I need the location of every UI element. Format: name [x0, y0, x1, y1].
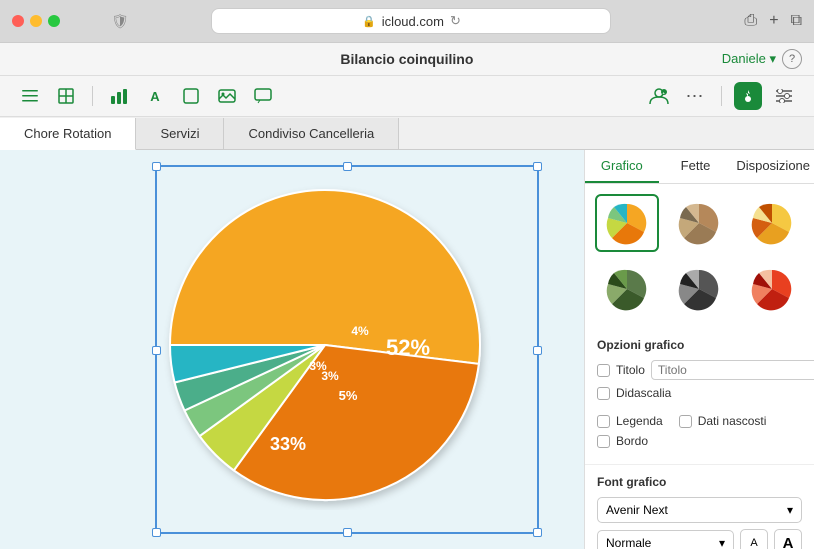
text-icon-button[interactable]: A: [141, 82, 169, 110]
svg-text:3%: 3%: [309, 359, 327, 373]
border-label: Bordo: [616, 434, 648, 448]
font-size-increase-button[interactable]: A: [774, 529, 802, 549]
menu-icon-button[interactable]: [16, 82, 44, 110]
handle-bottom-right[interactable]: [533, 528, 542, 537]
address-bar[interactable]: 🔒 icloud.com ↻: [211, 8, 611, 34]
browser-top-bar: 🛡 🔒 icloud.com ↻ ⎙ + ⧉: [0, 0, 814, 42]
close-window-button[interactable]: [12, 15, 24, 27]
url-text: icloud.com: [382, 14, 444, 29]
chart-style-2[interactable]: [667, 194, 731, 252]
refresh-icon[interactable]: ↻: [450, 13, 461, 29]
caption-label: Didascalia: [616, 386, 671, 400]
handle-bottom-middle[interactable]: [343, 528, 352, 537]
chart-style-1[interactable]: [595, 194, 659, 252]
main-content: 52% 33% 5% 3% 3% 4% Grafico Fette Dispos…: [0, 150, 814, 549]
border-checkbox[interactable]: [597, 435, 610, 448]
title-option-row: Titolo: [597, 360, 802, 380]
toolbar-right: Daniele ▾ ?: [722, 49, 802, 69]
tab-chore-rotation[interactable]: Chore Rotation: [0, 118, 136, 150]
handle-middle-right[interactable]: [533, 346, 542, 355]
legend-label: Legenda: [616, 414, 663, 428]
legend-options-row: Legenda Dati nascosti: [597, 414, 802, 434]
handle-top-middle[interactable]: [343, 162, 352, 171]
chart-icon-button[interactable]: [105, 82, 133, 110]
font-style-row: Normale ▾ A A: [597, 529, 802, 549]
app-title: Bilancio coinquilino: [92, 51, 722, 67]
traffic-lights: [12, 15, 60, 27]
toolbar-separator-1: [92, 86, 93, 106]
chart-style-6[interactable]: [740, 260, 804, 318]
panel-tab-fette[interactable]: Fette: [659, 150, 733, 183]
lock-icon: 🔒: [362, 15, 376, 28]
share-button[interactable]: ⎙: [744, 12, 757, 30]
new-tab-button[interactable]: +: [769, 12, 778, 30]
chart-style-4[interactable]: [595, 260, 659, 318]
help-button[interactable]: ?: [782, 49, 802, 69]
right-panel: Grafico Fette Disposizione: [584, 150, 814, 549]
chart-options-section: Opzioni grafico Titolo Didascalia Legend…: [585, 328, 814, 465]
canvas-area[interactable]: 52% 33% 5% 3% 3% 4%: [0, 150, 584, 549]
table-icon-button[interactable]: [52, 82, 80, 110]
hidden-data-checkbox[interactable]: [679, 415, 692, 428]
minimize-window-button[interactable]: [30, 15, 42, 27]
title-input[interactable]: [651, 360, 814, 380]
tab-condiviso-cancelleria[interactable]: Condiviso Cancelleria: [224, 118, 399, 150]
handle-bottom-left[interactable]: [152, 528, 161, 537]
panel-tabs: Grafico Fette Disposizione: [585, 150, 814, 184]
pie-chart-svg: 52% 33% 5% 3% 3% 4%: [160, 180, 510, 510]
chart-style-5[interactable]: [667, 260, 731, 318]
panel-tab-grafico[interactable]: Grafico: [585, 150, 659, 183]
font-title: Font grafico: [597, 475, 802, 489]
panel-tab-disposizione[interactable]: Disposizione: [732, 150, 814, 183]
handle-top-left[interactable]: [152, 162, 161, 171]
active-mode-button[interactable]: [734, 82, 762, 110]
hidden-data-label: Dati nascosti: [698, 414, 767, 428]
caption-checkbox[interactable]: [597, 387, 610, 400]
comment-icon-button[interactable]: [249, 82, 277, 110]
user-label[interactable]: Daniele ▾: [722, 51, 776, 67]
svg-text:52%: 52%: [386, 335, 430, 360]
legend-checkbox[interactable]: [597, 415, 610, 428]
app-toolbar: Bilancio coinquilino Daniele ▾ ?: [0, 43, 814, 76]
font-style-dropdown[interactable]: Normale ▾: [597, 530, 734, 549]
svg-text:33%: 33%: [270, 434, 306, 454]
border-option-row: Bordo: [597, 434, 802, 448]
options-title: Opzioni grafico: [597, 338, 802, 352]
legend-option: Legenda: [597, 414, 663, 428]
hidden-data-option: Dati nascosti: [679, 414, 767, 428]
title-checkbox-label: Titolo: [616, 363, 645, 377]
svg-text:5%: 5%: [339, 388, 358, 403]
tab-servizi[interactable]: Servizi: [136, 118, 224, 150]
tabs-bar: Chore Rotation Servizi Condiviso Cancell…: [0, 117, 814, 150]
toolbar-separator-2: [721, 86, 722, 106]
more-icon-button[interactable]: ⋯: [681, 82, 709, 110]
chart-styles-grid: [585, 184, 814, 328]
pie-chart[interactable]: 52% 33% 5% 3% 3% 4%: [160, 180, 510, 510]
toolbar-icons-bar: A + ⋯: [0, 76, 814, 117]
handle-top-right[interactable]: [533, 162, 542, 171]
browser-actions: ⎙ + ⧉: [744, 12, 802, 30]
image-icon-button[interactable]: [213, 82, 241, 110]
shield-icon[interactable]: 🛡: [110, 11, 130, 31]
caption-option-row: Didascalia: [597, 386, 802, 400]
chart-style-3[interactable]: [740, 194, 804, 252]
svg-text:4%: 4%: [351, 324, 369, 338]
maximize-window-button[interactable]: [48, 15, 60, 27]
shape-icon-button[interactable]: [177, 82, 205, 110]
title-checkbox[interactable]: [597, 364, 610, 377]
font-family-dropdown[interactable]: Avenir Next ▾: [597, 497, 802, 523]
format-panel-button[interactable]: [770, 82, 798, 110]
windows-button[interactable]: ⧉: [791, 12, 802, 30]
font-size-decrease-button[interactable]: A: [740, 529, 768, 549]
font-section: Font grafico Avenir Next ▾ Normale ▾ A A: [585, 465, 814, 549]
person-icon-button[interactable]: +: [645, 82, 673, 110]
